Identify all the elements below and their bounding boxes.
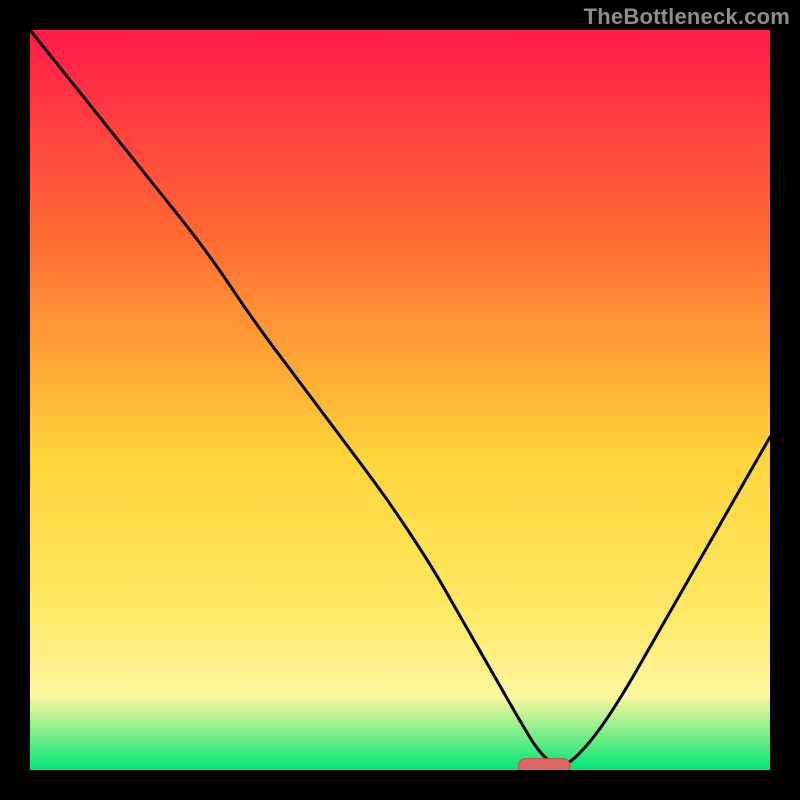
optimum-marker bbox=[518, 759, 570, 770]
watermark-text: TheBottleneck.com bbox=[584, 4, 790, 30]
plot-svg bbox=[30, 30, 770, 770]
plot-area bbox=[30, 30, 770, 770]
gradient-background bbox=[30, 30, 770, 770]
chart-frame: TheBottleneck.com bbox=[0, 0, 800, 800]
